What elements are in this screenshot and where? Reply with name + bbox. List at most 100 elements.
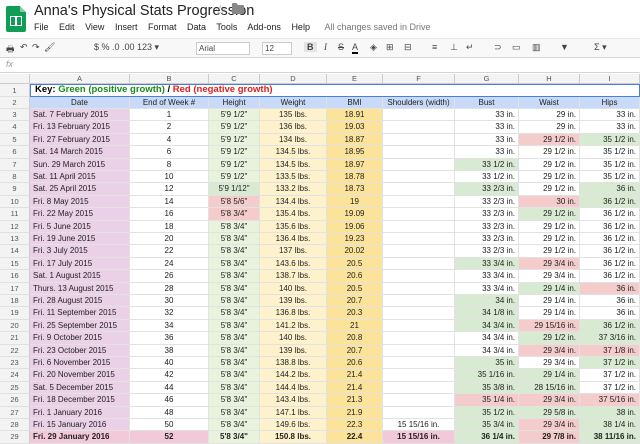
- cell-a27[interactable]: Fri. 1 January 2016: [30, 406, 130, 419]
- row-header-15[interactable]: 15: [0, 257, 30, 271]
- cell-f23[interactable]: [383, 357, 455, 370]
- cell-i24[interactable]: 37 1/2 in.: [580, 369, 640, 382]
- cell-h20[interactable]: 29 15/16 in.: [519, 319, 580, 333]
- cell-c19[interactable]: 5'8 3/4": [209, 307, 260, 320]
- cell-h3[interactable]: 29 in.: [519, 109, 580, 122]
- cell-e11[interactable]: 19.09: [327, 208, 383, 221]
- cell-h22[interactable]: 29 3/4 in.: [519, 344, 580, 357]
- column-title-9[interactable]: Hips: [580, 97, 640, 109]
- cell-h18[interactable]: 29 1/4 in.: [519, 295, 580, 308]
- cell-e7[interactable]: 18.97: [327, 158, 383, 171]
- cell-g11[interactable]: 33 2/3 in.: [455, 208, 519, 221]
- cell-h16[interactable]: 29 3/4 in.: [519, 270, 580, 283]
- column-header-i[interactable]: I: [580, 74, 640, 84]
- cell-c24[interactable]: 5'8 3/4": [209, 369, 260, 382]
- cell-b28[interactable]: 50: [130, 419, 209, 432]
- cell-f26[interactable]: [383, 394, 455, 407]
- cell-d13[interactable]: 136.4 lbs.: [260, 233, 327, 246]
- row-header-14[interactable]: 14: [0, 245, 30, 258]
- cell-d3[interactable]: 135 lbs.: [260, 109, 327, 122]
- row-header-1[interactable]: 1: [0, 84, 30, 97]
- cell-i29[interactable]: 38 11/16 in.: [580, 431, 640, 444]
- cell-i17[interactable]: 36 in.: [580, 282, 640, 295]
- chart-icon[interactable]: ▥: [532, 42, 541, 53]
- cell-g20[interactable]: 34 3/4 in.: [455, 319, 519, 333]
- cell-h29[interactable]: 29 7/8 in.: [519, 431, 580, 444]
- cell-b18[interactable]: 30: [130, 295, 209, 308]
- cell-f5[interactable]: [383, 133, 455, 147]
- cell-g24[interactable]: 35 1/16 in.: [455, 369, 519, 382]
- cell-c16[interactable]: 5'8 3/4": [209, 270, 260, 283]
- cell-i3[interactable]: 33 in.: [580, 109, 640, 122]
- cell-c14[interactable]: 5'8 3/4": [209, 245, 260, 258]
- column-title-6[interactable]: Shoulders (width): [383, 97, 455, 109]
- cell-g13[interactable]: 33 2/3 in.: [455, 233, 519, 246]
- row-header-22[interactable]: 22: [0, 344, 30, 357]
- star-icon[interactable]: ☆: [214, 2, 227, 19]
- cell-f22[interactable]: [383, 344, 455, 357]
- menu-insert[interactable]: Insert: [115, 22, 138, 32]
- cell-c4[interactable]: 5'9 1/2": [209, 121, 260, 134]
- cell-c28[interactable]: 5'8 3/4": [209, 419, 260, 432]
- column-title-8[interactable]: Waist: [519, 97, 580, 109]
- menu-data[interactable]: Data: [187, 22, 206, 32]
- cell-d24[interactable]: 144.2 lbs.: [260, 369, 327, 382]
- column-header-d[interactable]: D: [260, 74, 327, 84]
- column-title-4[interactable]: Weight: [260, 97, 327, 109]
- row-header-2[interactable]: 2: [0, 97, 30, 109]
- cell-a25[interactable]: Sat. 5 December 2015: [30, 381, 130, 395]
- cell-a14[interactable]: Fri. 3 July 2015: [30, 245, 130, 258]
- cell-f3[interactable]: [383, 109, 455, 122]
- row-header-20[interactable]: 20: [0, 319, 30, 333]
- menu-view[interactable]: View: [85, 22, 104, 32]
- cell-c11[interactable]: 5'8 3/4": [209, 208, 260, 221]
- cell-d19[interactable]: 136.8 lbs.: [260, 307, 327, 320]
- cell-a18[interactable]: Fri. 28 August 2015: [30, 295, 130, 308]
- cell-e20[interactable]: 21: [327, 319, 383, 333]
- cell-b23[interactable]: 40: [130, 357, 209, 370]
- cell-g26[interactable]: 35 1/4 in.: [455, 394, 519, 407]
- cell-i26[interactable]: 37 5/16 in.: [580, 394, 640, 407]
- cell-h8[interactable]: 29 1/2 in.: [519, 171, 580, 184]
- cell-e17[interactable]: 20.5: [327, 282, 383, 295]
- column-title-1[interactable]: Date: [30, 97, 130, 109]
- cell-d20[interactable]: 141.2 lbs.: [260, 319, 327, 333]
- cell-d27[interactable]: 147.1 lbs.: [260, 406, 327, 419]
- cell-d15[interactable]: 143.6 lbs.: [260, 257, 327, 271]
- column-header-c[interactable]: C: [209, 74, 260, 84]
- cell-g29[interactable]: 36 1/4 in.: [455, 431, 519, 444]
- cell-i27[interactable]: 38 in.: [580, 406, 640, 419]
- cell-h9[interactable]: 29 1/2 in.: [519, 183, 580, 196]
- cell-e9[interactable]: 18.73: [327, 183, 383, 196]
- cell-a26[interactable]: Fri. 18 December 2015: [30, 394, 130, 407]
- cell-a9[interactable]: Sat. 25 April 2015: [30, 183, 130, 196]
- cell-g23[interactable]: 35 in.: [455, 357, 519, 370]
- print-icon[interactable]: 🖶: [6, 42, 15, 58]
- number-format-buttons[interactable]: $ % .0 .00 123 ▾: [94, 42, 159, 53]
- cell-f6[interactable]: [383, 146, 455, 159]
- cell-e19[interactable]: 20.3: [327, 307, 383, 320]
- row-header-28[interactable]: 28: [0, 419, 30, 432]
- cell-b11[interactable]: 16: [130, 208, 209, 221]
- cell-h6[interactable]: 29 1/2 in.: [519, 146, 580, 159]
- cell-g19[interactable]: 34 1/8 in.: [455, 307, 519, 320]
- cell-c23[interactable]: 5'8 3/4": [209, 357, 260, 370]
- cell-a11[interactable]: Fri. 22 May 2015: [30, 208, 130, 221]
- cell-e14[interactable]: 20.02: [327, 245, 383, 258]
- key-legend-cell[interactable]: Key: Green (positive growth) / Red (nega…: [30, 84, 640, 97]
- cell-f7[interactable]: [383, 158, 455, 171]
- cell-i8[interactable]: 35 1/2 in.: [580, 171, 640, 184]
- cell-h26[interactable]: 29 3/4 in.: [519, 394, 580, 407]
- cell-e22[interactable]: 20.7: [327, 344, 383, 357]
- cell-i14[interactable]: 36 1/2 in.: [580, 245, 640, 258]
- cell-b24[interactable]: 42: [130, 369, 209, 382]
- cell-b19[interactable]: 32: [130, 307, 209, 320]
- cell-i5[interactable]: 35 1/2 in.: [580, 133, 640, 147]
- cell-g15[interactable]: 33 3/4 in.: [455, 257, 519, 271]
- menu-tools[interactable]: Tools: [216, 22, 237, 32]
- cell-g16[interactable]: 33 3/4 in.: [455, 270, 519, 283]
- cell-i22[interactable]: 37 1/8 in.: [580, 344, 640, 357]
- cell-i9[interactable]: 36 in.: [580, 183, 640, 196]
- cell-d25[interactable]: 144.4 lbs.: [260, 381, 327, 395]
- cell-c6[interactable]: 5'9 1/2": [209, 146, 260, 159]
